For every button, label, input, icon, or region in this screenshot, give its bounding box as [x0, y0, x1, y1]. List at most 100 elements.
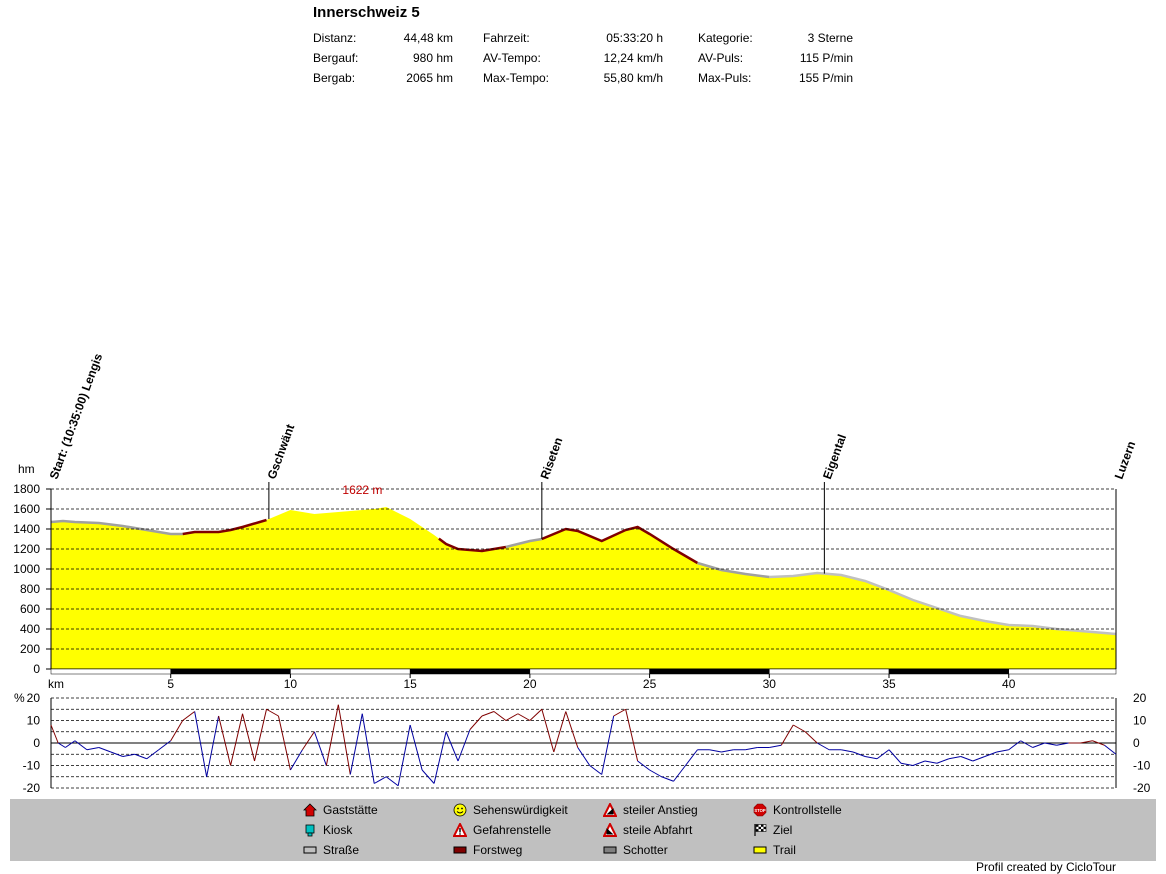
- legend: Gaststätte Kiosk Straße Sehenswürdigkeit…: [10, 799, 1156, 861]
- gradient-tick-label-right: 0: [1133, 736, 1140, 750]
- km-bar-block: [529, 668, 650, 675]
- gradient-tick-label: 10: [27, 714, 41, 728]
- gradient-segment: [709, 749, 722, 753]
- gradient-tick-label-right: -10: [1133, 759, 1151, 773]
- gradient-segment: [1104, 744, 1117, 755]
- elevation-profile-chart: 020040060080010001200140016001800hmkm 5 10…: [13, 351, 1151, 795]
- gradient-segment: [912, 760, 926, 766]
- gradient-segment: [1032, 742, 1045, 748]
- gradient-segment: [661, 776, 674, 782]
- gradient-segment: [769, 744, 782, 748]
- legend-label: Trail: [773, 843, 796, 857]
- gradient-segment: [529, 708, 543, 721]
- legend-label: Sehenswürdigkeit: [473, 803, 568, 817]
- gradient-segment: [313, 731, 327, 766]
- gradient-segment: [577, 747, 591, 766]
- gradient-segment: [493, 711, 507, 721]
- gradient-segment: [613, 708, 626, 717]
- gradient-segment: [98, 747, 112, 753]
- gradient-segment: [337, 704, 351, 775]
- km-bar-block: [170, 668, 291, 675]
- y-tick-label: 800: [20, 582, 40, 596]
- steep-climb-icon: [603, 803, 617, 817]
- y-tick-label: 400: [20, 622, 40, 636]
- x-tick-label: 30: [763, 677, 777, 691]
- gradient-segment: [254, 709, 267, 762]
- gradient-tick-label-right: 20: [1133, 691, 1147, 705]
- road-swatch: [303, 846, 317, 854]
- trail-swatch: [753, 846, 767, 854]
- km-bar-block: [649, 668, 770, 675]
- gradient-tick-label-right: 10: [1133, 714, 1147, 728]
- gradient-segment: [1020, 740, 1033, 748]
- waypoint-label: Riseten: [538, 435, 566, 481]
- km-bar-block: [769, 668, 890, 675]
- gradient-tick-label: -20: [23, 781, 41, 795]
- gradient-segment: [589, 765, 602, 775]
- gradient-segment: [1008, 740, 1022, 751]
- x-tick-label: 10: [284, 677, 298, 691]
- gradient-segment: [74, 740, 88, 751]
- km-bar-block: [888, 668, 1009, 675]
- gradient-segment: [301, 731, 315, 751]
- house-icon: [303, 803, 317, 817]
- gradient-segment: [792, 724, 806, 733]
- gradient-segment: [673, 765, 686, 782]
- finish-flag-icon: [754, 824, 767, 836]
- gradient-segment: [685, 749, 698, 766]
- y-tick-label: 1000: [13, 562, 40, 576]
- kiosk-icon: [305, 824, 315, 837]
- gradient-segment: [182, 711, 195, 721]
- gradient-segment: [649, 769, 662, 778]
- y-tick-label: 1400: [13, 522, 40, 536]
- gradient-segment: [230, 713, 244, 766]
- gradient-segment: [745, 747, 758, 751]
- y-tick-label: 1600: [13, 502, 40, 516]
- x-axis-label: km: [48, 677, 64, 691]
- smiley-icon: [453, 803, 467, 817]
- gradient-segment: [170, 720, 184, 742]
- y-tick-label: 1800: [13, 482, 40, 496]
- gradient-segment: [50, 724, 59, 744]
- waypoint-label: Start: (10:35:00) Lengis: [47, 351, 106, 481]
- waypoint-label: Gschwänt: [265, 422, 298, 481]
- legend-label: Schotter: [623, 843, 668, 857]
- gradient-segment: [290, 749, 303, 771]
- gradient-segment: [445, 731, 459, 762]
- legend-label: Kontrollstelle: [773, 803, 842, 817]
- x-tick-label: 20: [523, 677, 537, 691]
- gradient-segment: [625, 709, 639, 762]
- gradient-segment: [721, 749, 734, 753]
- gradient-segment: [517, 713, 531, 721]
- max-elevation-label: 1622 m: [342, 483, 382, 497]
- forest-road-swatch: [453, 846, 467, 854]
- y-axis-label: hm: [18, 462, 35, 476]
- svg-text:STOP: STOP: [754, 808, 766, 813]
- y-tick-label: 0: [33, 662, 40, 676]
- gradient-segment: [361, 713, 375, 784]
- gradient-segment: [218, 715, 232, 766]
- legend-label: Gefahrenstelle: [473, 823, 552, 837]
- gradient-segment: [972, 756, 985, 762]
- gradient-segment: [385, 776, 399, 787]
- gradient-segment: [864, 756, 878, 760]
- gradient-segment: [325, 704, 339, 766]
- gradient-segment: [996, 749, 1009, 753]
- gradient-segment: [373, 776, 387, 784]
- gradient-segment: [780, 724, 794, 746]
- x-tick-label: 35: [882, 677, 896, 691]
- y-tick-label: 1200: [13, 542, 40, 556]
- waypoint-label: Luzern: [1112, 439, 1139, 481]
- gradient-segment: [206, 715, 220, 777]
- legend-label: Straße: [323, 843, 360, 857]
- gradient-segment: [816, 742, 830, 751]
- gradient-tick-label: 0: [33, 736, 40, 750]
- credit-text: Profil created by CicloTour: [975, 860, 1116, 874]
- gradient-segment: [158, 740, 172, 751]
- legend-label: steiler Anstieg: [623, 803, 698, 817]
- legend-label: Ziel: [773, 823, 793, 837]
- x-tick-label: 40: [1002, 677, 1016, 691]
- gradient-segment: [936, 758, 950, 764]
- gradient-segment: [841, 749, 854, 753]
- gradient-segment: [57, 742, 66, 748]
